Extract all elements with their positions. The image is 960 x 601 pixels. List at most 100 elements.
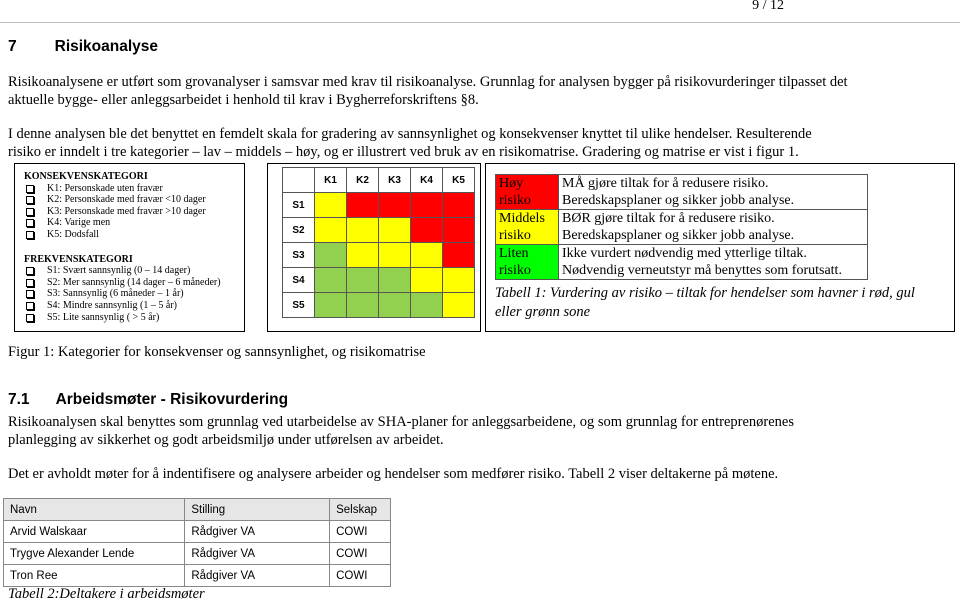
table-cell: COWI [329,520,391,543]
risk-table: Høy risiko MÅ gjøre tiltak for å redusere… [495,174,868,280]
matrix-cell [442,292,475,318]
matrix-row: S3 [282,242,475,268]
matrix-cell [314,192,347,218]
matrix-cell [410,192,443,218]
matrix-cell [346,192,379,218]
table-cell: Stilling [184,498,331,521]
matrix-box: K1 K2 K3 K4 K5 S1 S2 S3 S4 S5 [267,163,481,332]
category-label: S5: Lite sannsynlig ( > 5 år) [47,311,160,323]
header-divider [0,22,960,23]
category-item: K2: Personskade med fravær <10 dager [24,194,221,206]
category-label: K1: Personskade uten fravær [47,182,163,194]
matrix-header-row: K1 K2 K3 K4 K5 [282,167,475,193]
matrix-row: S4 [282,267,475,293]
table-cell: Tron Ree [2,564,186,587]
matrix-cell [410,292,443,318]
risk-table-caption: Tabell 1: Vurdering av risiko – tiltak f… [495,285,915,320]
matrix-row-header: S5 [282,292,315,318]
matrix-row: S5 [282,292,475,318]
category-label: K4: Varige men [47,217,111,229]
risk-action: MÅ gjøre tiltak for å redusere risiko. B… [558,174,868,210]
risk-matrix: K1 K2 K3 K4 K5 S1 S2 S3 S4 S5 [282,167,475,318]
checkbox-bullet-icon [26,313,34,322]
risk-row: Middels risiko BØR gjøre tiltak for å red… [495,209,868,245]
matrix-column-header: K4 [410,167,443,193]
table-cell: Trygve Alexander Lende [2,542,186,565]
category-label: K2: Personskade med fravær <10 dager [47,194,206,206]
matrix-cell [442,267,475,293]
category-label: S4: Mindre sannsynlig (1 – 5 år) [47,299,177,311]
matrix-cell [346,292,379,318]
category-label: K5: Dodsfall [47,228,99,240]
table-cell: Navn [2,498,186,521]
category-item: K3: Personskade med fravær >10 dager [24,206,221,218]
participants-table: Navn Stilling Selskap Arvid Walskaar Rådgive… [2,498,391,587]
matrix-cell [442,242,475,268]
matrix-cell [314,217,347,243]
checkbox-bullet-icon [26,290,34,299]
risk-level: Liten risiko [495,244,559,280]
table-cell: Rådgiver VA [184,564,331,587]
matrix-column-header: K5 [442,167,475,193]
risk-action: Ikke vurdert nødvendig med ytterlige til… [558,244,868,280]
matrix-column-header: K3 [378,167,411,193]
paragraph: Risikoanalysen skal benyttes som grunnla… [8,414,794,448]
table-cell: Rådgiver VA [184,520,331,543]
matrix-cell [346,267,379,293]
matrix-cell [346,242,379,268]
matrix-cell [442,217,475,243]
matrix-cell [378,192,411,218]
table-row: Trygve Alexander Lende Rådgiver VA COWI [2,542,391,565]
table-cell: COWI [329,564,391,587]
checkbox-bullet-icon [26,278,34,287]
category-item: S3: Sannsynlig (6 måneder – 1 år) [24,288,221,300]
frekvens-title: FREKVENSKATEGORI [24,253,133,265]
category-label: K3: Personskade med fravær >10 dager [47,205,206,217]
matrix-column-header: K1 [314,167,347,193]
checkbox-bullet-icon [26,184,34,193]
category-label: S1: Svært sannsynlig (0 – 14 dager) [47,265,191,277]
category-item: K5: Dodsfall [24,229,221,241]
risk-level: Høy risiko [495,174,559,210]
table-row: Tron Ree Rådgiver VA COWI [2,564,391,587]
subsection-heading: 7.1 Arbeidsmøter - Risikovurdering [8,391,289,408]
matrix-row-header: S2 [282,217,315,243]
matrix-row-header: S1 [282,192,315,218]
matrix-cell [378,217,411,243]
matrix-cell [314,242,347,268]
page-number: 9 / 12 [752,0,784,13]
category-item: S5: Lite sannsynlig ( > 5 år) [24,312,221,324]
matrix-cell [314,267,347,293]
matrix-cell [410,242,443,268]
document-page: 9 / 12 7 Risikoanalyse Risikoanalysene er… [0,0,960,601]
paragraph: I denne analysen ble det benyttet en fem… [8,126,812,160]
matrix-column-header: K2 [346,167,379,193]
checkbox-bullet-icon [26,267,34,276]
matrix-row: S1 [282,192,475,218]
table-header-row: Navn Stilling Selskap [2,498,391,521]
matrix-cell [378,267,411,293]
risk-level: Middels risiko [495,209,559,245]
table-cell: COWI [329,542,391,565]
matrix-cell [314,292,347,318]
matrix-cell [378,292,411,318]
category-label: S3: Sannsynlig (6 måneder – 1 år) [47,288,184,300]
categories-box: KONSEKVENSKATEGORI K1: Personskade uten … [14,163,245,332]
figure-caption: Figur 1: Kategorier for konsekvenser og … [8,344,426,360]
matrix-cell [410,217,443,243]
matrix-row-header: S4 [282,267,315,293]
category-item: K1: Personskade uten fravær [24,183,221,195]
category-item: S1: Svært sannsynlig (0 – 14 dager) [24,265,221,277]
category-item: S4: Mindre sannsynlig (1 – 5 år) [24,300,221,312]
matrix-corner [282,167,315,193]
checkbox-bullet-icon [26,301,34,310]
checkbox-bullet-icon [26,196,34,205]
category-label: S2: Mer sannsynlig (14 dager – 6 måneder… [47,276,221,288]
section-heading: 7 Risikoanalyse [8,38,159,55]
risk-table-box: Høy risiko MÅ gjøre tiltak for å redusere… [485,163,955,332]
checkbox-bullet-icon [26,219,34,228]
matrix-row: S2 [282,217,475,243]
category-item: S2: Mer sannsynlig (14 dager – 6 måneder… [24,277,221,289]
risk-action: BØR gjøre tiltak for å redusere risiko. … [558,209,868,245]
risk-row: Liten risiko Ikke vurdert nødvendig med y… [495,244,868,280]
